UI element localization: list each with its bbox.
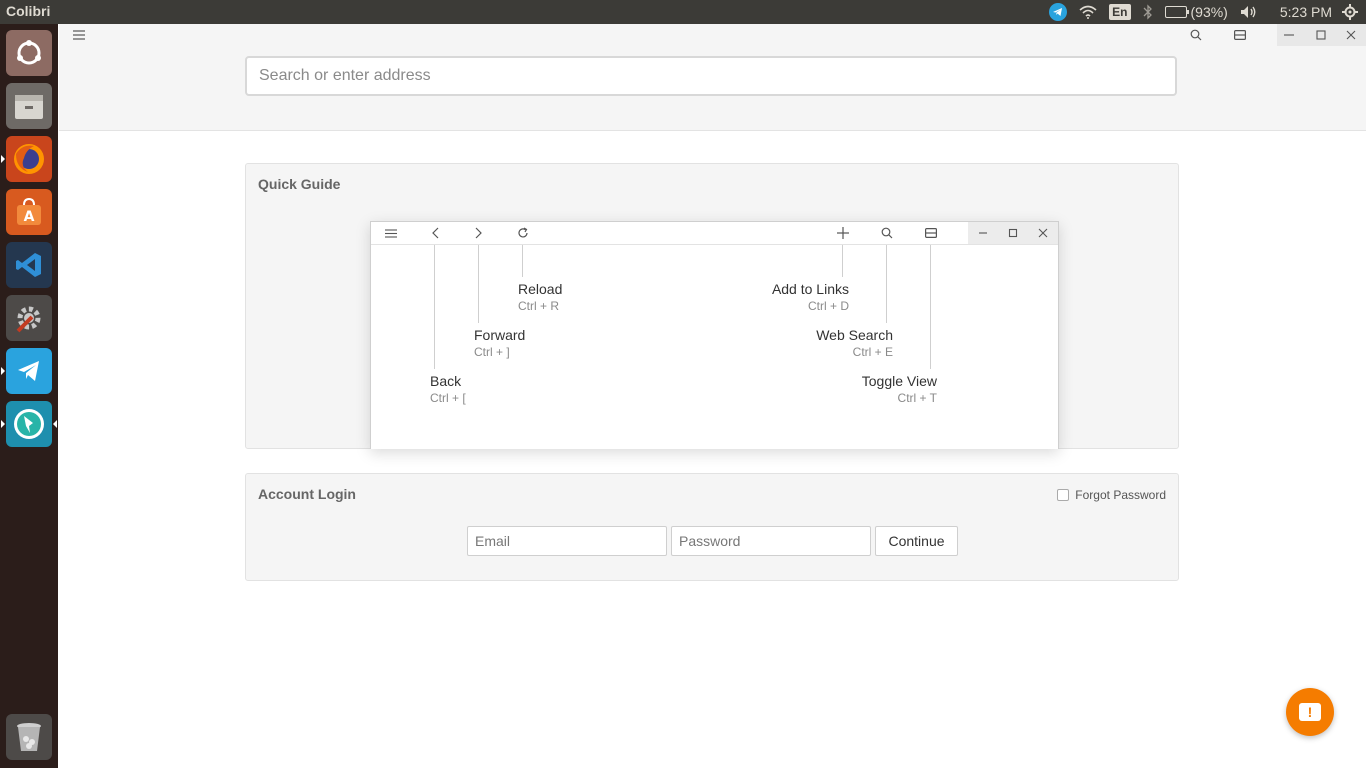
telegram-launcher-icon[interactable] [6, 348, 52, 394]
settings-gear-icon[interactable] [1342, 0, 1358, 24]
back-shortcut: Ctrl + [ [430, 391, 466, 405]
add-links-guide-line [842, 245, 843, 277]
trash-icon[interactable] [6, 714, 52, 760]
search-icon[interactable] [1184, 24, 1208, 46]
forward-shortcut: Ctrl + ] [474, 345, 510, 359]
illustration-toggle-view-icon [920, 222, 942, 244]
toggle-view-shortcut: Ctrl + T [897, 391, 937, 405]
quick-guide-card: Quick Guide Reload Ctrl + R Forward Ctrl… [245, 163, 1179, 449]
forward-label: Forward [474, 327, 526, 343]
add-links-label: Add to Links [771, 281, 849, 297]
menu-icon[interactable] [67, 24, 91, 46]
web-search-shortcut: Ctrl + E [852, 345, 893, 359]
minimize-icon[interactable] [1277, 24, 1301, 46]
toggle-view-icon[interactable] [1228, 24, 1252, 46]
files-icon[interactable] [6, 83, 52, 129]
svg-text:A: A [24, 209, 35, 225]
illustration-add-icon [832, 222, 854, 244]
header-bar [59, 24, 1366, 131]
back-label: Back [430, 373, 462, 389]
vscode-icon[interactable] [6, 242, 52, 288]
continue-button[interactable]: Continue [875, 526, 958, 556]
reload-label: Reload [518, 281, 563, 297]
ubuntu-dash-icon[interactable] [6, 30, 52, 76]
illustration-menu-icon [380, 222, 402, 244]
keyboard-language-icon[interactable]: En [1109, 0, 1131, 24]
illustration-reload-icon [512, 222, 534, 244]
volume-icon[interactable] [1240, 0, 1258, 24]
clock[interactable]: 5:23 PM [1280, 0, 1332, 24]
top-panel: Colibri En (93%) 5:23 PM [0, 0, 1366, 24]
illustration-back-icon [424, 222, 446, 244]
reload-shortcut: Ctrl + R [518, 299, 560, 313]
browser-window: Quick Guide [59, 24, 1366, 768]
forgot-password-label: Forgot Password [1075, 488, 1166, 502]
software-center-icon[interactable]: A [6, 189, 52, 235]
system-tray: En (93%) 5:23 PM [1037, 0, 1366, 24]
toggle-view-guide-line [930, 245, 931, 369]
colibri-icon[interactable] [6, 401, 52, 447]
account-login-title: Account Login [258, 486, 356, 502]
bluetooth-icon[interactable] [1143, 0, 1153, 24]
window-controls [1277, 24, 1366, 46]
illustration-toolbar [371, 222, 1058, 245]
toggle-view-label: Toggle View [861, 373, 937, 389]
web-search-guide-line [886, 245, 887, 323]
firefox-icon[interactable] [6, 136, 52, 182]
illustration-close-icon [1032, 222, 1054, 244]
battery-icon[interactable] [1164, 0, 1189, 24]
address-bar-input[interactable] [245, 56, 1177, 96]
web-search-label: Web Search [816, 327, 893, 343]
feedback-icon: ! [1299, 703, 1321, 721]
reload-guide-line [522, 245, 523, 277]
email-field[interactable] [467, 526, 667, 556]
feedback-button[interactable]: ! [1286, 688, 1334, 736]
battery-percent: (93%) [1190, 4, 1228, 20]
checkbox-icon[interactable] [1057, 489, 1070, 501]
illustration-window-controls [968, 222, 1058, 244]
illustration-minimize-icon [972, 222, 994, 244]
forward-guide-line [478, 245, 479, 323]
password-field[interactable] [671, 526, 871, 556]
system-settings-icon[interactable] [6, 295, 52, 341]
browser-illustration: Reload Ctrl + R Forward Ctrl + ] Back Ct… [370, 221, 1059, 449]
add-links-shortcut: Ctrl + D [807, 299, 849, 313]
telegram-icon[interactable] [1049, 0, 1068, 24]
forgot-password-checkbox[interactable]: Forgot Password [1057, 488, 1166, 502]
quick-guide-title: Quick Guide [258, 176, 341, 192]
illustration-forward-icon [468, 222, 490, 244]
wifi-icon[interactable] [1079, 0, 1097, 24]
app-title: Colibri [6, 3, 51, 19]
illustration-search-icon [876, 222, 898, 244]
illustration-maximize-icon [1002, 222, 1024, 244]
launcher: A [0, 24, 58, 768]
account-login-card: Account Login Forgot Password Continue [245, 473, 1179, 581]
close-icon[interactable] [1339, 24, 1363, 46]
maximize-icon[interactable] [1309, 24, 1333, 46]
back-guide-line [434, 245, 435, 369]
